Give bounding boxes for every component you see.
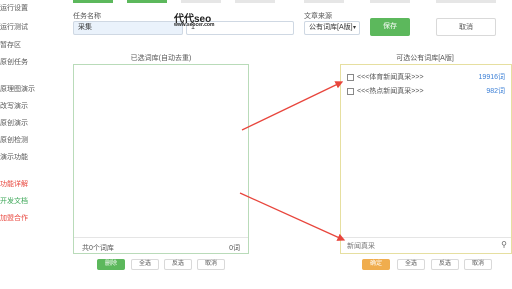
sidebar: 运行设置 运行测试 暂存区 原创任务 原理图演示 改写演示 原创演示 原创检测 … [0,0,60,289]
checkbox[interactable] [347,87,354,95]
sidebar-item-original-demo[interactable]: 原创演示 [0,118,28,128]
task-name-label: 任务名称 [73,13,101,20]
list-item-count: 982词 [486,88,505,95]
top-tab-green-2[interactable] [127,0,167,3]
sidebar-item-staging[interactable]: 暂存区 [0,40,21,50]
list-item[interactable]: <<<体育新闻真采>>> 19916词 [347,72,505,82]
right-panel-divider [341,237,511,238]
sidebar-item-original-task[interactable]: 原创任务 [0,57,28,67]
source-label: 文章来源 [304,13,332,20]
top-tab-green-1[interactable] [73,0,113,3]
confirm-button[interactable]: 确定 [362,259,390,270]
arrow-to-library-list [241,81,344,131]
list-item-label: <<<体育新闻真采>>> [357,74,424,81]
left-panel-count: 共0个词库 [82,245,114,252]
top-tab-gray-1[interactable] [181,0,221,3]
right-invert-button[interactable]: 反选 [431,259,459,270]
source-select[interactable]: 公有词库[A版] ▾ [304,21,360,35]
left-panel-divider [74,237,248,238]
sidebar-item-feature-details[interactable]: 功能详解 [0,179,28,189]
selected-library-panel[interactable]: 共0个词库 0词 [73,64,249,254]
top-tab-gray-3[interactable] [304,0,344,3]
right-select-all-button[interactable]: 全选 [397,259,425,270]
sidebar-item-diagram-demo[interactable]: 原理图演示 [0,84,35,94]
search-bar: ⚲ [345,240,507,253]
top-tab-gray-2[interactable] [235,0,275,3]
sidebar-item-rewrite-demo[interactable]: 改写演示 [0,101,28,111]
list-item-count: 19916词 [478,74,505,81]
sidebar-item-partnership[interactable]: 加盟合作 [0,213,28,223]
left-cancel-button[interactable]: 取消 [197,259,225,270]
left-panel-total: 0词 [229,245,240,252]
list-item[interactable]: <<<热点新闻真采>>> 982词 [347,86,505,96]
top-tab-gray-5[interactable] [436,0,496,3]
right-cancel-button[interactable]: 取消 [464,259,492,270]
sidebar-item-original-check[interactable]: 原创检测 [0,135,28,145]
list-item-label: <<<热点新闻真采>>> [357,88,424,95]
left-invert-button[interactable]: 反选 [164,259,192,270]
chevron-down-icon: ▾ [352,25,356,31]
cancel-button[interactable]: 取消 [436,18,496,36]
delete-button[interactable]: 删除 [97,259,125,270]
sidebar-item-dev-docs[interactable]: 开发文档 [0,196,28,206]
sidebar-item-demo-feature[interactable]: 演示功能 [0,152,28,162]
left-select-all-button[interactable]: 全选 [131,259,159,270]
task-name-input[interactable]: 采集 [73,21,183,35]
arrow-to-search [239,192,346,241]
source-select-value: 公有词库[A版] [309,24,353,31]
save-button[interactable]: 保存 [370,18,410,36]
right-panel-title: 可选公有词库[A版] [396,55,454,62]
search-icon[interactable]: ⚲ [501,240,507,249]
available-library-panel[interactable]: <<<体育新闻真采>>> 19916词 <<<热点新闻真采>>> 982词 ⚲ [340,64,512,254]
checkbox[interactable] [347,73,354,81]
search-input[interactable] [345,240,499,252]
left-panel-title: 已选词库(自动去重) [130,55,192,62]
sidebar-item-run-test[interactable]: 运行测试 [0,22,28,32]
sidebar-item-run-settings[interactable]: 运行设置 [0,3,28,13]
top-tab-gray-4[interactable] [370,0,410,3]
watermark-url: www.seocer.com [174,22,215,28]
